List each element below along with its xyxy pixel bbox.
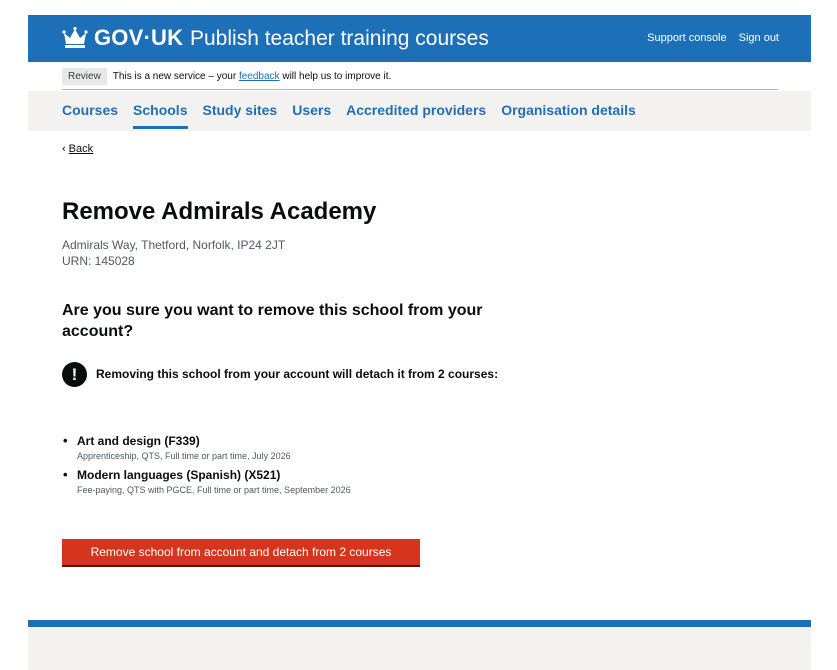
nav-item-courses[interactable]: Courses (62, 102, 118, 129)
phase-text: This is a new service – your feedback wi… (113, 71, 391, 82)
site-footer (28, 620, 811, 670)
warning-icon: ! (62, 362, 87, 387)
course-meta: Fee-paying, QTS with PGCE, Full time or … (77, 485, 351, 495)
warning-message: Removing this school from your account w… (96, 367, 499, 381)
nav-item-study-sites[interactable]: Study sites (203, 102, 278, 129)
site-header: GOV·UK Publish teacher training courses … (28, 15, 811, 62)
school-address: Admirals Way, Thetford, Norfolk, IP24 2J… (62, 238, 286, 252)
phase-text-before: This is a new service – your (112, 70, 237, 82)
sign-out-link[interactable]: Sign out (739, 32, 779, 44)
nav-item-users[interactable]: Users (292, 102, 331, 129)
phase-text-after: will help us to improve it. (282, 70, 392, 82)
primary-navigation: Courses Schools Study sites Users Accred… (28, 91, 811, 131)
crown-icon (62, 26, 88, 48)
logo-text: GOV·UK (94, 25, 184, 50)
warning-text: ! Removing this school from your account… (62, 362, 502, 387)
page-title: Remove Admirals Academy (62, 198, 377, 225)
course-meta: Apprenticeship, QTS, Full time or part t… (77, 451, 291, 461)
nav-item-accredited-providers[interactable]: Accredited providers (346, 102, 486, 129)
header-links: Support console Sign out (647, 32, 779, 44)
confirmation-question: Are you sure you want to remove this sch… (62, 302, 483, 340)
phase-banner: Review This is a new service – your feed… (62, 63, 778, 90)
list-item: Art and design (F339) Apprenticeship, QT… (62, 433, 351, 463)
back-label: Back (68, 143, 94, 155)
phase-tag: Review (62, 67, 107, 85)
back-link[interactable]: ‹ Back (62, 143, 93, 155)
service-name[interactable]: Publish teacher training courses (190, 27, 489, 51)
course-list: Art and design (F339) Apprenticeship, QT… (62, 433, 351, 501)
govuk-logo[interactable]: GOV·UK (62, 25, 183, 51)
nav-item-schools[interactable]: Schools (133, 102, 188, 129)
support-console-link[interactable]: Support console (647, 32, 727, 44)
list-item: Modern languages (Spanish) (X521) Fee-pa… (62, 467, 351, 497)
course-title: Art and design (F339) (77, 434, 200, 448)
nav-item-organisation-details[interactable]: Organisation details (501, 102, 636, 129)
remove-school-button[interactable]: Remove school from account and detach fr… (62, 539, 420, 567)
school-details: Admirals Way, Thetford, Norfolk, IP24 2J… (62, 237, 285, 269)
feedback-link[interactable]: feedback (239, 71, 280, 82)
chevron-left-icon: ‹ (62, 143, 66, 155)
school-urn: URN: 145028 (62, 254, 135, 268)
course-title: Modern languages (Spanish) (X521) (77, 468, 281, 482)
